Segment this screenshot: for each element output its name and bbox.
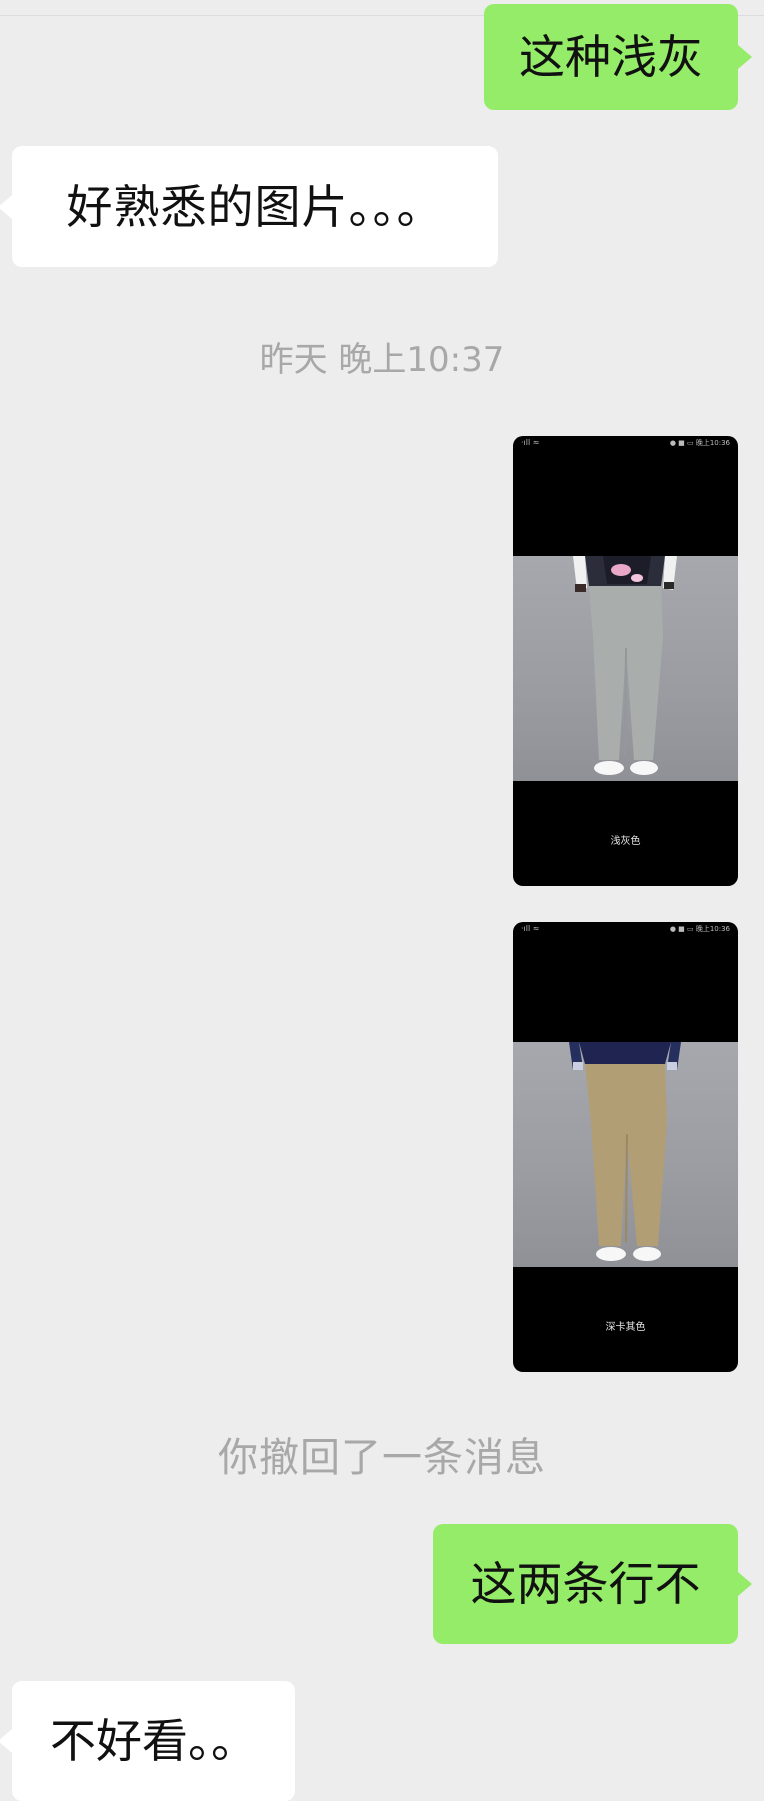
- model-figure: [569, 1042, 681, 1261]
- message-text: 这种浅灰: [519, 30, 703, 84]
- model-figure: [573, 556, 677, 775]
- product-photo: [513, 1042, 738, 1267]
- message-text: 这两条行不: [470, 1557, 701, 1611]
- message-text: 不好看。。: [50, 1714, 257, 1768]
- signal-icon: ·ıll ≈: [521, 924, 540, 933]
- image-caption: 浅灰色: [610, 836, 641, 847]
- image-caption: 深卡其色: [605, 1322, 646, 1333]
- sent-message-bubble[interactable]: 这种浅灰: [484, 4, 752, 110]
- product-photo: [513, 556, 738, 781]
- status-time: ● ■ ▭ 晚上10:36: [669, 439, 730, 447]
- received-message-bubble[interactable]: 不好看。。: [0, 1681, 295, 1801]
- image-message[interactable]: ·ıll ≈ ● ■ ▭ 晚上10:36 深卡其色: [513, 922, 738, 1372]
- image-message[interactable]: ·ıll ≈ ● ■ ▭ 晚上10:36 浅灰色: [513, 436, 738, 886]
- sent-message-bubble[interactable]: 这两条行不: [433, 1524, 752, 1644]
- chat-timestamp: 昨天 晚上10:37: [259, 340, 505, 380]
- received-message-bubble[interactable]: 好熟悉的图片。。。: [0, 146, 498, 267]
- status-time: ● ■ ▭ 晚上10:36: [669, 925, 730, 933]
- status-bar: ·ıll ≈ ● ■ ▭ 晚上10:36: [513, 922, 738, 936]
- message-text: 好熟悉的图片。。。: [66, 179, 444, 234]
- status-bar: ·ıll ≈ ● ■ ▭ 晚上10:36: [513, 436, 738, 450]
- recall-notice: 你撤回了一条消息: [218, 1435, 546, 1481]
- signal-icon: ·ıll ≈: [521, 438, 540, 447]
